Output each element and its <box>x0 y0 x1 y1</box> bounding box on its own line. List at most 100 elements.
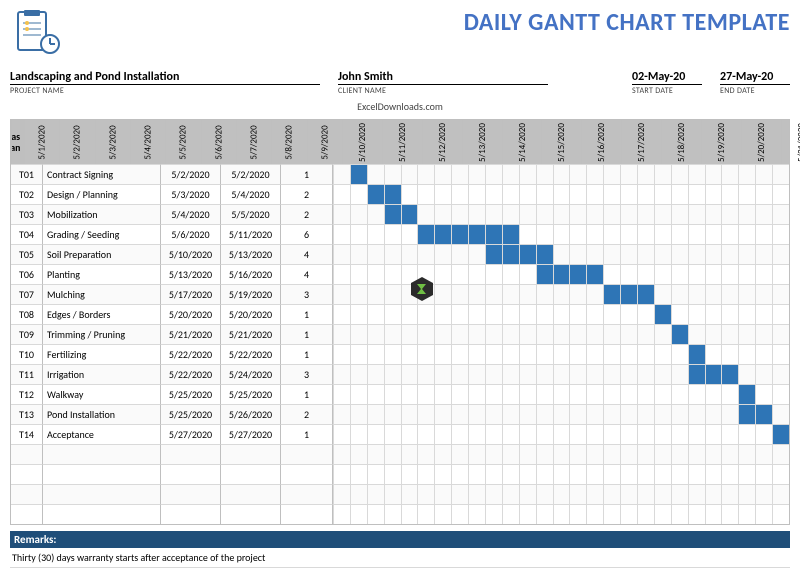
project-name-value: Landscaping and Pond Installation <box>10 70 320 85</box>
gantt-cell <box>536 224 553 244</box>
task-row[interactable]: T14Acceptance5/27/20205/27/20201 <box>11 424 789 444</box>
gantt-cell <box>671 224 688 244</box>
task-row[interactable]: T09Trimming / Pruning5/21/20205/21/20201 <box>11 324 789 344</box>
gantt-cell <box>333 404 350 424</box>
gantt-cell <box>738 164 755 184</box>
gantt-cell <box>620 404 637 424</box>
gantt-cell <box>367 344 384 364</box>
task-row[interactable]: T02Design / Planning5/3/20205/4/20202 <box>11 184 789 204</box>
gantt-cell <box>586 364 603 384</box>
task-duration: 3 <box>281 284 333 304</box>
gantt-cell <box>654 384 671 404</box>
gantt-cell <box>772 304 789 324</box>
gantt-cell <box>350 344 367 364</box>
gantt-cell <box>721 264 738 284</box>
date-header: 5/3/2020 <box>95 120 130 164</box>
gantt-cell <box>485 224 502 244</box>
gantt-cell <box>772 224 789 244</box>
task-row[interactable]: T01Contract Signing5/2/20205/2/20201 <box>11 164 789 184</box>
task-duration: 4 <box>281 244 333 264</box>
gantt-cell <box>417 324 434 344</box>
site-link[interactable]: ExcelDownloads.com <box>10 100 790 113</box>
gantt-cell <box>417 364 434 384</box>
gantt-cell <box>569 244 586 264</box>
gantt-cell <box>350 404 367 424</box>
gantt-cell <box>333 384 350 404</box>
gantt-cell <box>350 364 367 384</box>
gantt-cell <box>350 224 367 244</box>
task-id: T12 <box>11 384 43 404</box>
gantt-cell <box>485 204 502 224</box>
header-row: Task IDTask NameStart DateEnd DateDurati… <box>11 120 789 164</box>
task-row[interactable]: T05Soil Preparation5/10/20205/13/20204 <box>11 244 789 264</box>
task-row[interactable]: T11Irrigation5/22/20205/24/20203 <box>11 364 789 384</box>
client-name-label: CLIENT NAME <box>338 86 548 96</box>
gantt-cell <box>502 304 519 324</box>
gantt-cell <box>688 364 705 384</box>
gantt-cell <box>705 364 722 384</box>
gantt-cell <box>586 204 603 224</box>
gantt-cell <box>485 184 502 204</box>
gantt-cell <box>417 204 434 224</box>
gantt-cell <box>485 164 502 184</box>
gantt-cell <box>586 424 603 444</box>
gantt-cell <box>451 184 468 204</box>
task-start: 5/25/2020 <box>161 384 221 404</box>
task-row[interactable]: T03Mobilization5/4/20205/5/20202 <box>11 204 789 224</box>
gantt-cell <box>333 304 350 324</box>
gantt-cell <box>620 284 637 304</box>
task-row[interactable]: T06Planting5/13/20205/16/20204 <box>11 264 789 284</box>
start-date-value: 02-May-20 <box>632 70 702 85</box>
task-name: Grading / Seeding <box>43 224 161 244</box>
date-header: 5/19/2020 <box>701 120 741 164</box>
date-header: 5/10/2020 <box>342 120 382 164</box>
task-row[interactable]: T04Grading / Seeding5/6/20205/11/20206 <box>11 224 789 244</box>
gantt-cell <box>738 244 755 264</box>
gantt-cell <box>519 244 536 264</box>
gantt-cell <box>738 184 755 204</box>
gantt-cell <box>738 224 755 244</box>
task-row[interactable]: T07Mulching5/17/20205/19/20203 <box>11 284 789 304</box>
task-end: 5/20/2020 <box>221 304 281 324</box>
task-row[interactable]: T12Walkway5/25/20205/25/20201 <box>11 384 789 404</box>
gantt-cell <box>333 344 350 364</box>
gantt-cell <box>468 204 485 224</box>
gantt-cell <box>772 164 789 184</box>
task-start: 5/22/2020 <box>161 344 221 364</box>
task-row[interactable]: T13Pond Installation5/25/20205/26/20202 <box>11 404 789 424</box>
gantt-cell <box>671 284 688 304</box>
gantt-cell <box>536 364 553 384</box>
gantt-cell <box>553 304 570 324</box>
task-start: 5/17/2020 <box>161 284 221 304</box>
gantt-cell <box>519 364 536 384</box>
gantt-cell <box>502 184 519 204</box>
task-start: 5/4/2020 <box>161 204 221 224</box>
end-date-label: END DATE <box>720 86 790 96</box>
task-row[interactable]: T08Edges / Borders5/20/20205/20/20201 <box>11 304 789 324</box>
gantt-cell <box>637 424 654 444</box>
gantt-cell <box>468 244 485 264</box>
gantt-cell <box>755 344 772 364</box>
gantt-cell <box>367 244 384 264</box>
gantt-cell <box>553 424 570 444</box>
gantt-cell <box>637 244 654 264</box>
gantt-cell <box>654 364 671 384</box>
gantt-cell <box>688 224 705 244</box>
gantt-cell <box>451 204 468 224</box>
gantt-cell <box>569 344 586 364</box>
gantt-cell <box>350 324 367 344</box>
gantt-cell <box>367 204 384 224</box>
task-name: Design / Planning <box>43 184 161 204</box>
gantt-cell <box>350 264 367 284</box>
gantt-cell <box>502 324 519 344</box>
gantt-cell <box>434 404 451 424</box>
gantt-cell <box>367 324 384 344</box>
gantt-cell <box>468 424 485 444</box>
gantt-cell <box>637 364 654 384</box>
gantt-cell <box>553 204 570 224</box>
task-row[interactable]: T10Fertilizing5/22/20205/22/20201 <box>11 344 789 364</box>
gantt-cell <box>434 224 451 244</box>
task-end: 5/27/2020 <box>221 424 281 444</box>
gantt-cell <box>569 224 586 244</box>
gantt-cell <box>721 164 738 184</box>
